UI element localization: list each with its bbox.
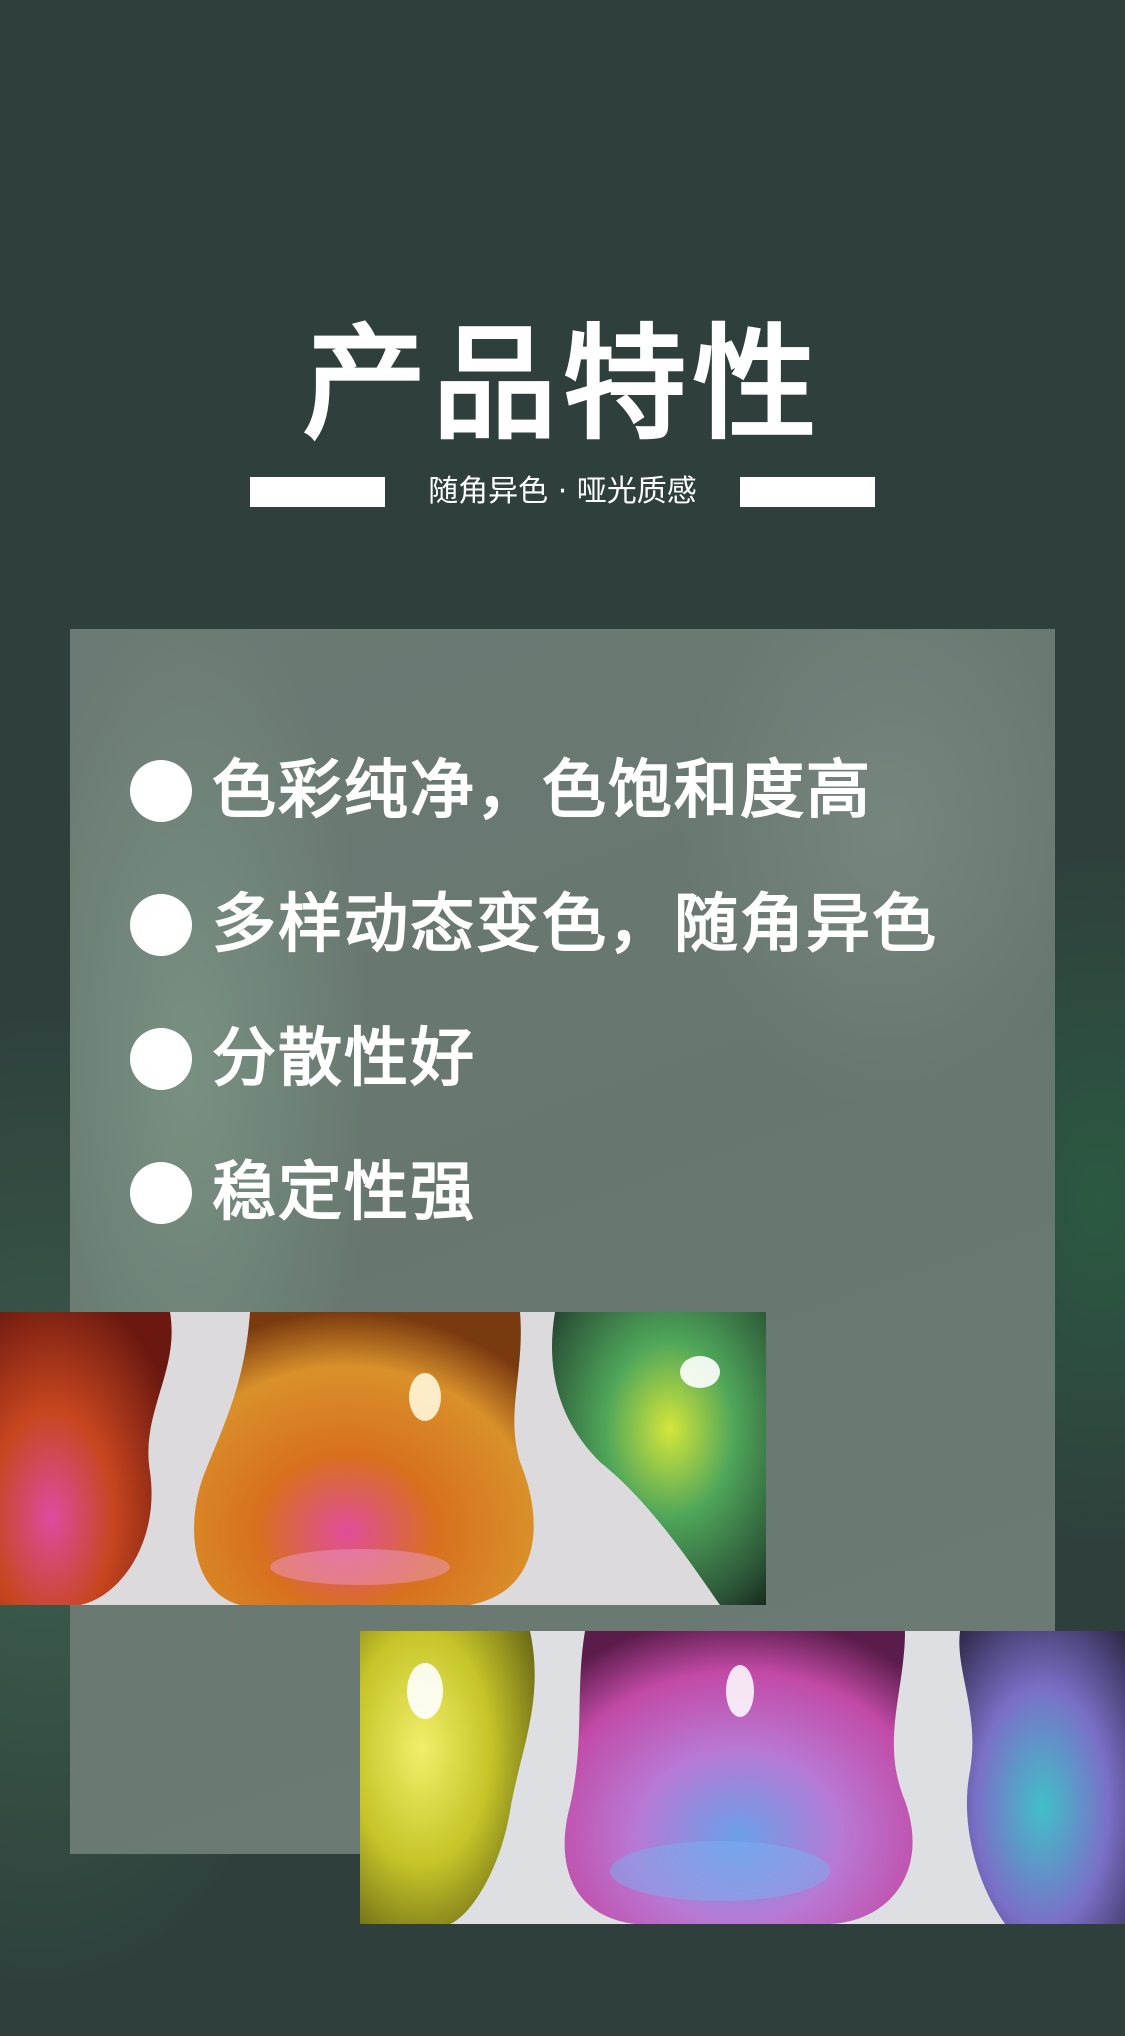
subtitle-left-bar <box>250 477 385 507</box>
feature-label: 色彩纯净，色饱和度高 <box>212 754 872 828</box>
subtitle-right-bar <box>740 477 875 507</box>
feature-label: 稳定性强 <box>212 1156 476 1230</box>
feature-item: 稳定性强 <box>130 1152 1030 1286</box>
subtitle: 随角异色 · 哑光质感 <box>428 474 697 509</box>
subtitle-row: 随角异色 · 哑光质感 <box>0 472 1125 512</box>
feature-item: 多样动态变色，随角异色 <box>130 884 1030 1018</box>
feature-item: 色彩纯净，色饱和度高 <box>130 750 1030 884</box>
feature-item: 分散性好 <box>130 1018 1030 1152</box>
bullet-icon <box>130 894 192 956</box>
product-photo-cool <box>360 1631 1125 1924</box>
feature-list: 色彩纯净，色饱和度高 多样动态变色，随角异色 分散性好 稳定性强 <box>130 750 1030 1286</box>
bullet-icon <box>130 1028 192 1090</box>
feature-label: 分散性好 <box>212 1022 476 1096</box>
feature-label: 多样动态变色，随角异色 <box>212 888 938 962</box>
bullet-icon <box>130 760 192 822</box>
product-photo-warm <box>0 1312 766 1605</box>
bullet-icon <box>130 1162 192 1224</box>
page-title: 产品特性 <box>302 313 823 457</box>
